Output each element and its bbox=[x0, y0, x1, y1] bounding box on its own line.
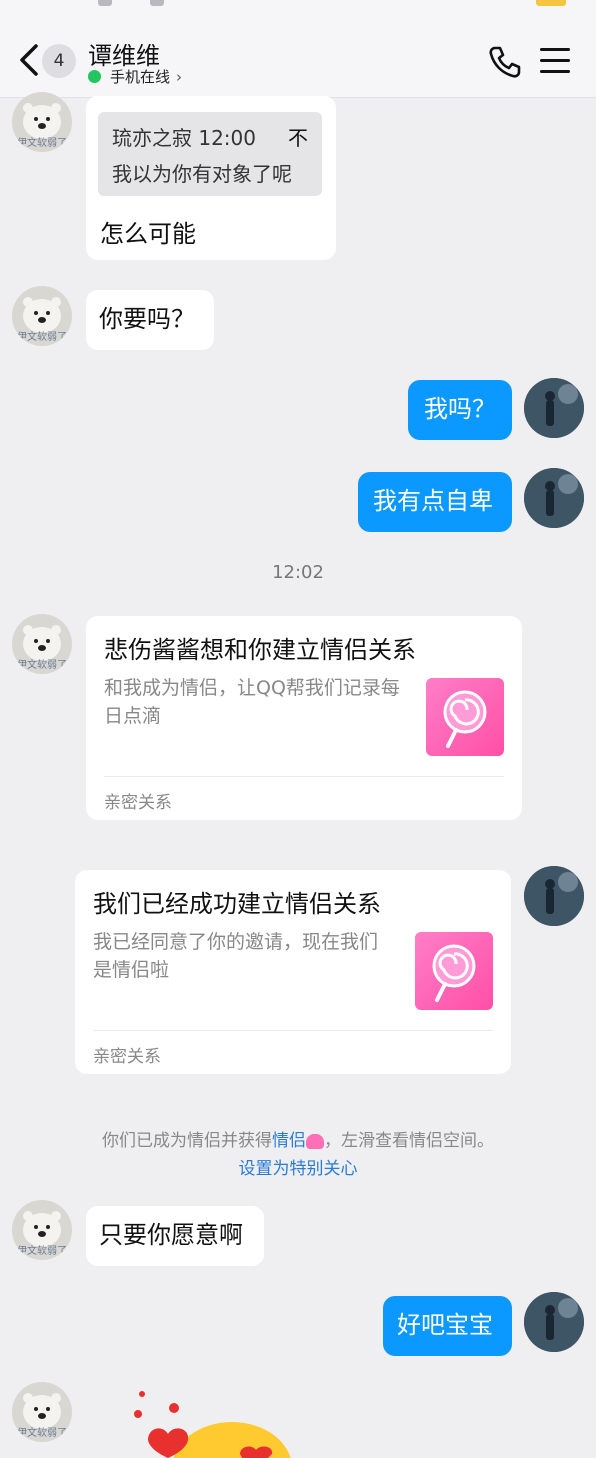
contact-avatar[interactable]: 伊文软弱了 bbox=[12, 1382, 72, 1442]
system-notice-text: 你们已成为情侣并获得 bbox=[102, 1131, 272, 1151]
status-bar bbox=[0, 0, 596, 8]
couple-invite-card[interactable]: 悲伤酱酱想和你建立情侣关系 和我成为情侣，让QQ帮我们记录每日点滴 亲密关系 bbox=[86, 616, 522, 820]
chevron-right-icon: › bbox=[176, 67, 183, 86]
user-photo-icon bbox=[524, 866, 584, 926]
message-bubble[interactable]: 你要吗？ bbox=[86, 290, 214, 350]
time-divider: 12:02 bbox=[272, 562, 324, 583]
chat-header: 4 谭维维 手机在线 › bbox=[0, 8, 596, 98]
quote-jump-icon[interactable]: 不 bbox=[288, 122, 308, 151]
heart-emoji-sticker[interactable] bbox=[128, 1384, 298, 1458]
avatar-caption: 伊文软弱了 bbox=[17, 660, 67, 671]
avatar-caption: 伊文软弱了 bbox=[17, 138, 67, 149]
quote-text: 我以为你有对象了呢 bbox=[112, 162, 292, 186]
set-special-care-link[interactable]: 设置为特别关心 bbox=[0, 1154, 596, 1179]
unread-count-badge[interactable]: 4 bbox=[42, 44, 76, 78]
card-title: 我们已经成功建立情侣关系 bbox=[93, 890, 381, 918]
my-avatar[interactable] bbox=[524, 1292, 584, 1352]
card-title: 悲伤酱酱想和你建立情侣关系 bbox=[104, 636, 416, 664]
message-bubble-sent[interactable]: 我有点自卑 bbox=[358, 472, 512, 532]
contact-avatar[interactable]: 伊文软弱了 bbox=[12, 286, 72, 346]
lollipop-icon bbox=[426, 678, 504, 756]
status-icon bbox=[98, 0, 112, 6]
user-photo-icon bbox=[524, 378, 584, 438]
avatar-caption: 伊文软弱了 bbox=[17, 332, 67, 343]
contact-avatar[interactable]: 伊文软弱了 bbox=[12, 614, 72, 674]
online-status-text: 手机在线 bbox=[110, 68, 171, 86]
user-photo-icon bbox=[524, 1292, 584, 1352]
status-icon bbox=[150, 0, 164, 6]
contact-avatar[interactable]: 伊文软弱了 bbox=[12, 1200, 72, 1260]
contact-avatar[interactable]: 伊文软弱了 bbox=[12, 92, 72, 152]
lollipop-icon bbox=[415, 932, 493, 1010]
couple-link[interactable]: 情侣 bbox=[272, 1131, 306, 1151]
message-bubble[interactable]: 只要你愿意啊 bbox=[86, 1206, 264, 1266]
card-divider bbox=[104, 776, 504, 777]
system-notice: 你们已成为情侣并获得情侣 ，左滑查看情侣空间。 bbox=[0, 1126, 596, 1151]
back-arrow-icon[interactable] bbox=[14, 42, 44, 78]
my-avatar[interactable] bbox=[524, 866, 584, 926]
user-photo-icon bbox=[524, 468, 584, 528]
message-text: 怎么可能 bbox=[100, 220, 196, 248]
online-dot-icon bbox=[88, 70, 101, 83]
avatar-caption: 伊文软弱了 bbox=[17, 1246, 67, 1257]
battery-icon bbox=[536, 0, 566, 6]
online-status[interactable]: 手机在线 › bbox=[88, 66, 182, 87]
my-avatar[interactable] bbox=[524, 468, 584, 528]
message-bubble-sent[interactable]: 我吗？ bbox=[408, 380, 512, 440]
card-description: 我已经同意了你的邀请，现在我们是情侣啦 bbox=[93, 931, 379, 981]
my-avatar[interactable] bbox=[524, 378, 584, 438]
system-notice-text: ，左滑查看情侣空间。 bbox=[324, 1131, 494, 1151]
avatar-caption: 伊文软弱了 bbox=[17, 1428, 67, 1439]
card-footer: 亲密关系 bbox=[93, 1047, 161, 1067]
phone-call-icon[interactable] bbox=[486, 44, 522, 80]
quoted-message[interactable]: 琉亦之寂 12:00 不 我以为你有对象了呢 bbox=[98, 112, 322, 196]
card-divider bbox=[93, 1030, 493, 1031]
card-footer: 亲密关系 bbox=[104, 793, 172, 813]
card-description: 和我成为情侣，让QQ帮我们记录每日点滴 bbox=[104, 677, 400, 727]
quote-sender: 琉亦之寂 12:00 bbox=[112, 126, 256, 150]
couple-confirmed-card[interactable]: 我们已经成功建立情侣关系 我已经同意了你的邀请，现在我们是情侣啦 亲密关系 bbox=[75, 870, 511, 1074]
heart-icon bbox=[306, 1133, 324, 1149]
message-bubble-sent[interactable]: 好吧宝宝 bbox=[383, 1296, 512, 1356]
more-menu-icon[interactable] bbox=[540, 48, 570, 76]
